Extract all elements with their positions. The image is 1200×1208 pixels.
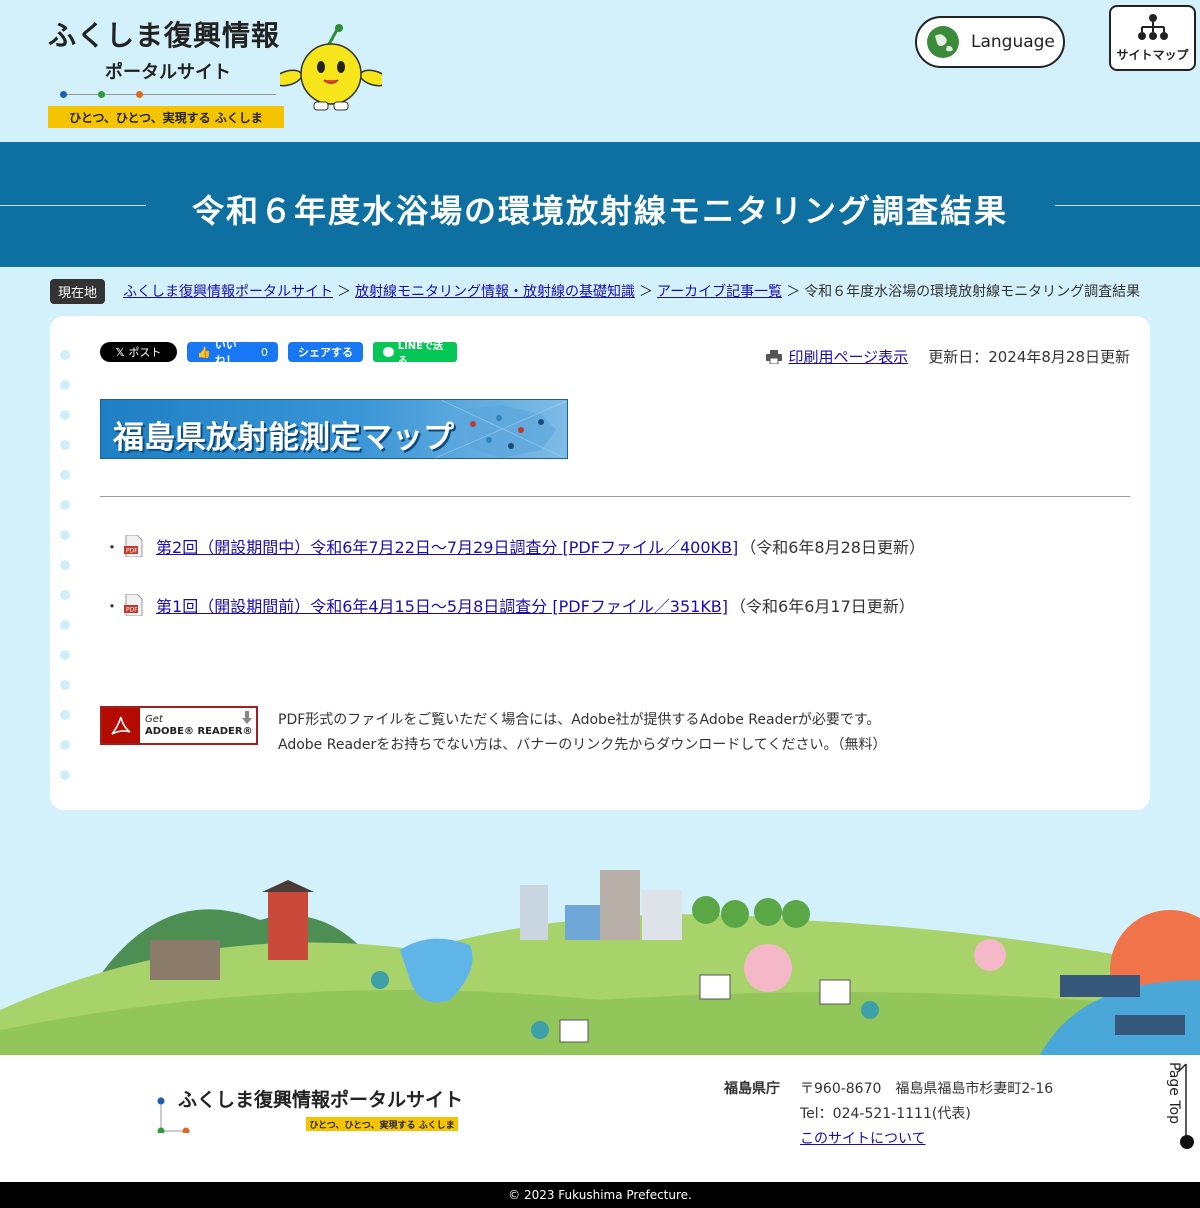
- site-header: ふくしま復興情報 ポータルサイト ひとつ、ひとつ、実現する ふくしま Langu…: [0, 0, 1200, 142]
- sitemap-label: サイトマップ: [1116, 48, 1189, 62]
- adobe-reader-notice: PDF形式のファイルをご覧いただく場合には、Adobe社が提供するAdobe R…: [278, 708, 886, 758]
- adobe-reader-banner[interactable]: Get ADOBE® READER®: [100, 706, 258, 745]
- radiation-map-banner[interactable]: 福島県放射能測定マップ: [100, 399, 568, 459]
- social-buttons: 𝕏 ポスト 👍 いいね！ 0 シェアする LINEで送る: [100, 338, 457, 367]
- site-logo[interactable]: ふくしま復興情報 ポータルサイト ひとつ、ひとつ、実現する ふくしま: [48, 14, 288, 128]
- pdf-file-icon: PDF: [124, 594, 143, 616]
- breadcrumb-separator: ＞: [337, 284, 352, 300]
- breadcrumb-current: 令和６年度水浴場の環境放射線モニタリング調査結果: [804, 284, 1141, 300]
- site-footer: ふくしま復興情報ポータルサイト ひとつ、ひとつ、実現する ふくしま 福島県庁 〒…: [0, 1055, 1200, 1182]
- fukushima-landscape-illustration: [0, 870, 1200, 1055]
- bullet: ・: [104, 597, 121, 616]
- footer-logo-dots: [157, 1097, 190, 1133]
- print-area: 印刷用ページ表示 更新日：2024年8月28日更新: [766, 346, 1130, 367]
- footer-org: 福島県庁: [724, 1081, 780, 1097]
- adobe-reader-text: Get ADOBE® READER®: [140, 714, 253, 738]
- document-link-round-2[interactable]: 第2回（開設期間中）令和6年7月22日～7月29日調査分 [PDFファイル／40…: [156, 534, 738, 558]
- page-title: 令和６年度水浴場の環境放射線モニタリング調査結果: [191, 192, 1008, 230]
- pdf-file-icon: PDF: [124, 535, 143, 557]
- footer-contact: 福島県庁 〒960-8670 福島県福島市杉妻町2-16 Tel：024-521…: [724, 1077, 1053, 1152]
- copyright: © 2023 Fukushima Prefecture.: [0, 1182, 1200, 1208]
- language-button[interactable]: Language: [915, 16, 1065, 68]
- line-share-button[interactable]: LINEで送る: [373, 341, 457, 367]
- x-post-button[interactable]: 𝕏 ポスト: [100, 342, 177, 362]
- thumbs-up-icon: 👍: [197, 345, 211, 359]
- footer-tagline: ひとつ、ひとつ、実現する ふくしま: [306, 1117, 458, 1131]
- facebook-share-button[interactable]: シェアする: [288, 342, 363, 362]
- facebook-like-button[interactable]: 👍 いいね！ 0: [187, 338, 278, 367]
- footer-logo[interactable]: ふくしま復興情報ポータルサイト ひとつ、ひとつ、実現する ふくしま: [156, 1085, 464, 1133]
- sitemap-button[interactable]: サイトマップ: [1109, 5, 1196, 71]
- line-label: LINEで送る: [397, 341, 443, 367]
- breadcrumb-separator: ＞: [639, 284, 654, 300]
- globe-icon: [927, 26, 959, 58]
- breadcrumb-link-radiation[interactable]: 放射線モニタリング情報・放射線の基礎知識: [355, 281, 635, 301]
- footer-address: 〒960-8670 福島県福島市杉妻町2-16: [800, 1081, 1054, 1097]
- facebook-like-label: いいね！: [214, 338, 237, 367]
- adobe-notice-line-2: Adobe Readerをお持ちでない方は、バナーのリンク先からダウンロードして…: [278, 737, 887, 753]
- language-label: Language: [971, 32, 1055, 52]
- x-logo-icon: 𝕏: [115, 345, 125, 359]
- x-post-label: ポスト: [128, 346, 162, 359]
- logo-title: ふくしま復興情報: [48, 19, 281, 52]
- svg-text:PDF: PDF: [126, 548, 138, 555]
- document-update-note: （令和6年8月28日更新）: [740, 538, 925, 557]
- logo-tagline: ひとつ、ひとつ、実現する ふくしま: [48, 106, 284, 128]
- content-card: 𝕏 ポスト 👍 いいね！ 0 シェアする LINEで送る 印刷用ページ表示 更新…: [50, 316, 1150, 810]
- page-top-line-icon: [1177, 1063, 1194, 1149]
- svg-text:PDF: PDF: [126, 607, 138, 614]
- logo-dots-line: [60, 88, 276, 102]
- adobe-notice-line-1: PDF形式のファイルをご覧いただく場合には、Adobe社が提供するAdobe R…: [278, 712, 881, 728]
- about-site-link[interactable]: このサイトについて: [800, 1131, 926, 1147]
- bullet: ・: [104, 538, 121, 557]
- print-page-link[interactable]: 印刷用ページ表示: [788, 346, 908, 367]
- mascot-character-icon: [280, 24, 382, 111]
- notebook-holes: [60, 350, 70, 800]
- footer-tel: Tel：024-521-1111(代表): [800, 1106, 971, 1122]
- document-item: ・ PDF 第1回（開設期間前）令和6年4月15日～5月8日調査分 [PDFファ…: [104, 593, 915, 617]
- document-link-round-1[interactable]: 第1回（開設期間前）令和6年4月15日～5月8日調査分 [PDFファイル／351…: [156, 593, 728, 617]
- download-arrow-icon: [242, 711, 252, 724]
- breadcrumb-label: 現在地: [50, 278, 106, 304]
- breadcrumb-separator: ＞: [786, 284, 801, 300]
- document-item: ・ PDF 第2回（開設期間中）令和6年7月22日～7月29日調査分 [PDFフ…: [104, 534, 925, 558]
- logo-subtitle: ポータルサイト: [105, 62, 231, 83]
- facebook-like-count: 0: [261, 345, 268, 359]
- breadcrumb: 現在地 ふくしま復興情報ポータルサイト ＞ 放射線モニタリング情報・放射線の基礎…: [50, 278, 1140, 304]
- adobe-get-label: Get: [145, 713, 163, 725]
- content-divider: [100, 496, 1130, 497]
- document-update-note: （令和6年6月17日更新）: [730, 597, 915, 616]
- footer-site-name: ふくしま復興情報ポータルサイト: [178, 1089, 464, 1111]
- breadcrumb-link-home[interactable]: ふくしま復興情報ポータルサイト: [123, 281, 333, 301]
- page-top-button[interactable]: Page Top: [1164, 1062, 1196, 1152]
- adobe-logo-icon: [102, 708, 140, 743]
- title-band: 令和６年度水浴場の環境放射線モニタリング調査結果: [0, 142, 1200, 267]
- breadcrumb-link-archive[interactable]: アーカイブ記事一覧: [657, 281, 782, 301]
- sitemap-icon: [1137, 14, 1168, 40]
- printer-icon: [766, 349, 783, 364]
- adobe-product-label: ADOBE® READER®: [145, 725, 253, 737]
- line-logo-icon: [383, 347, 394, 357]
- banner-text: 福島県放射能測定マップ: [113, 420, 454, 456]
- share-label: シェアする: [298, 346, 353, 359]
- update-date: 更新日：2024年8月28日更新: [928, 348, 1130, 366]
